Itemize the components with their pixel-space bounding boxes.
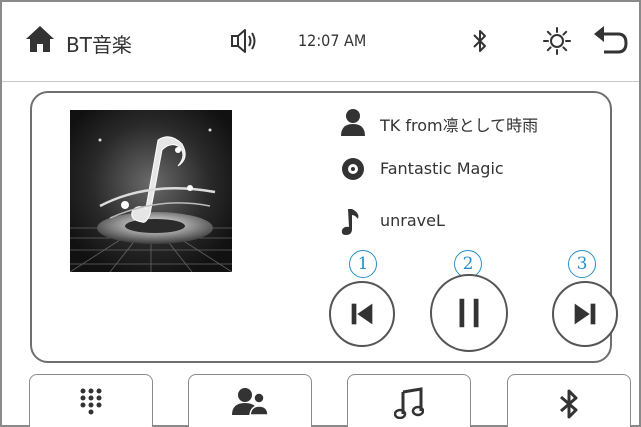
- music-icon: [394, 387, 424, 419]
- contacts-icon: [232, 388, 269, 416]
- artist-name: TK from凛として時雨: [380, 116, 539, 135]
- home-icon[interactable]: [24, 24, 56, 54]
- album-name: Fantastic Magic: [380, 159, 504, 178]
- header-bar: BT音楽 12:07 AM: [2, 2, 639, 82]
- volume-icon[interactable]: [230, 26, 258, 56]
- bluetooth-status-icon: [473, 30, 486, 52]
- bluetooth-button[interactable]: [507, 374, 631, 427]
- brightness-icon[interactable]: [542, 26, 572, 56]
- next-track-button[interactable]: [552, 281, 618, 347]
- keypad-icon: [80, 388, 102, 415]
- callout-1: 1: [349, 250, 377, 278]
- bluetooth-icon: [560, 389, 578, 419]
- bt-music-screen: BT音楽 12:07 AM TK from凛として時雨 Fantastic Ma…: [0, 0, 641, 427]
- keypad-button[interactable]: [29, 374, 153, 427]
- track-name: unraveL: [380, 211, 445, 230]
- music-button[interactable]: [347, 374, 471, 427]
- music-note-icon: [341, 209, 359, 235]
- contacts-button[interactable]: [188, 374, 312, 427]
- back-icon[interactable]: [592, 24, 630, 58]
- disc-icon: [342, 158, 364, 180]
- pause-icon: [459, 298, 479, 328]
- callout-3: 3: [568, 250, 596, 278]
- skip-previous-icon: [351, 303, 373, 325]
- page-title: BT音楽: [66, 33, 132, 57]
- person-icon: [341, 109, 365, 136]
- play-pause-button[interactable]: [430, 274, 508, 352]
- album-art: [70, 110, 232, 272]
- header-divider: [2, 81, 639, 82]
- previous-track-button[interactable]: [329, 281, 395, 347]
- skip-next-icon: [574, 303, 596, 325]
- clock: 12:07 AM: [298, 31, 367, 50]
